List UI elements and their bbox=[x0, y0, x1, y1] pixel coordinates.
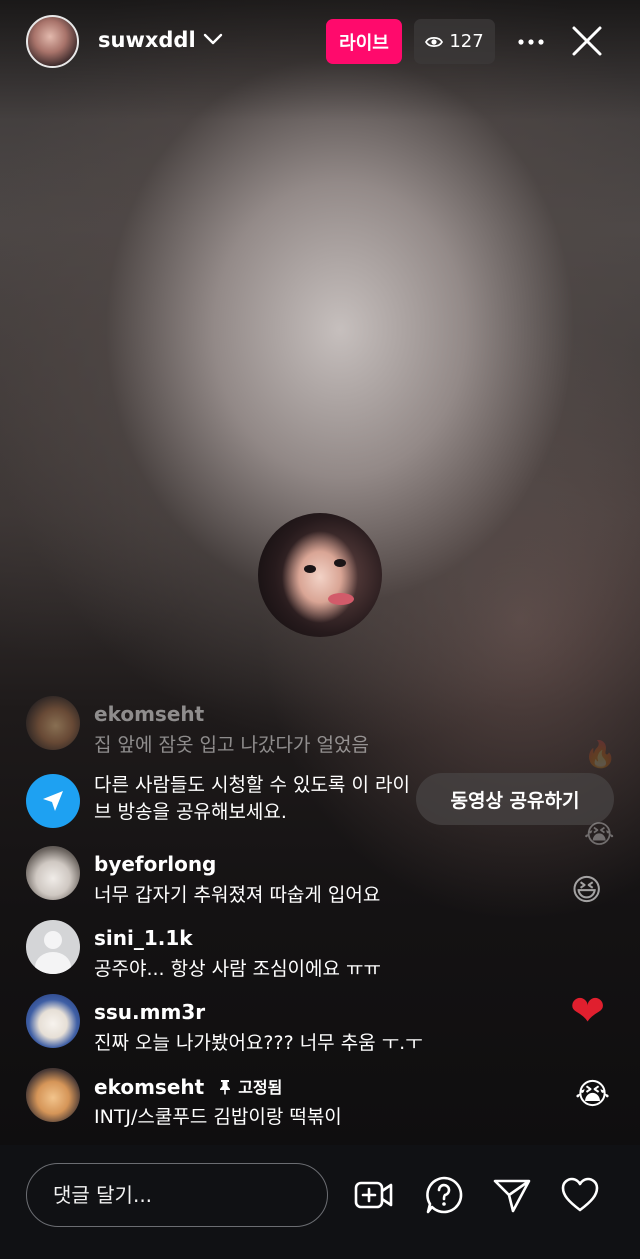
commenter-avatar[interactable] bbox=[26, 1068, 80, 1122]
share-prompt: 다른 사람들도 시청할 수 있도록 이 라이브 방송을 공유해보세요. 동영상 … bbox=[26, 772, 626, 832]
chevron-down-icon[interactable] bbox=[200, 26, 226, 52]
comment-item: byeforlong 너무 갑자기 추워졌져 따숩게 입어요 bbox=[26, 840, 526, 910]
bottom-bar bbox=[0, 1145, 640, 1259]
commenter-username[interactable]: byeforlong bbox=[94, 852, 216, 876]
pinned-indicator: 고정됨 bbox=[218, 1074, 282, 1098]
commenter-avatar[interactable] bbox=[26, 994, 80, 1048]
share-prompt-text: 다른 사람들도 시청할 수 있도록 이 라이브 방송을 공유해보세요. bbox=[94, 774, 410, 823]
heart-icon[interactable] bbox=[560, 1175, 600, 1215]
close-icon[interactable] bbox=[568, 22, 606, 60]
crying-face-reaction-icon: 😭 bbox=[575, 1077, 611, 1112]
comment-item: ssu.mm3r 진짜 오늘 나가봤어요??? 너무 추움 ㅜ.ㅜ bbox=[26, 988, 526, 1058]
comment-item: ekomseht 집 앞에 잠옷 입고 나갔다가 얼었음 bbox=[26, 690, 526, 760]
more-options-icon[interactable] bbox=[515, 28, 547, 56]
pin-icon bbox=[220, 1080, 231, 1095]
comment-text: 공주야... 항상 사람 조심이에요 ㅠㅠ bbox=[94, 958, 381, 980]
crying-face-reaction-icon: 😭 bbox=[584, 820, 615, 850]
default-avatar-icon[interactable] bbox=[26, 920, 80, 974]
viewer-count: 127 bbox=[449, 31, 484, 52]
pinned-label: 고정됨 bbox=[238, 1078, 283, 1097]
commenter-username[interactable]: ekomseht 고정됨 bbox=[94, 1074, 282, 1099]
comment-input[interactable] bbox=[26, 1163, 328, 1227]
top-bar: suwxddl 라이브 127 bbox=[0, 0, 640, 84]
send-icon bbox=[26, 774, 80, 828]
pinned-commenter-username[interactable]: ekomseht bbox=[94, 1075, 204, 1099]
comment-item: sini_1.1k 공주야... 항상 사람 조심이에요 ㅠㅠ bbox=[26, 914, 526, 984]
share-video-button[interactable]: 동영상 공유하기 bbox=[416, 773, 614, 825]
commenter-username[interactable]: sini_1.1k bbox=[94, 926, 193, 950]
live-badge: 라이브 bbox=[326, 19, 402, 64]
pinned-comment: ekomseht 고정됨 INTJ/스쿨푸드 김밥이랑 떡볶이 bbox=[26, 1062, 526, 1132]
broadcaster-profile-image bbox=[258, 513, 382, 637]
send-icon[interactable] bbox=[492, 1175, 532, 1215]
grinning-squint-face-reaction-icon: 😆 bbox=[571, 873, 603, 908]
heart-reaction-icon: ❤ bbox=[570, 986, 606, 1035]
fire-reaction-icon: 🔥 bbox=[584, 740, 617, 770]
commenter-username[interactable]: ssu.mm3r bbox=[94, 1000, 205, 1024]
commenter-avatar[interactable] bbox=[26, 846, 80, 900]
host-avatar[interactable] bbox=[26, 15, 79, 68]
commenter-username[interactable]: ekomseht bbox=[94, 702, 204, 726]
comment-text: 진짜 오늘 나가봤어요??? 너무 추움 ㅜ.ㅜ bbox=[94, 1032, 423, 1054]
comment-text: 너무 갑자기 추워졌져 따숩게 입어요 bbox=[94, 884, 381, 906]
eye-icon bbox=[425, 36, 444, 47]
comment-text: INTJ/스쿨푸드 김밥이랑 떡볶이 bbox=[94, 1106, 342, 1128]
commenter-avatar[interactable] bbox=[26, 696, 80, 750]
host-username[interactable]: suwxddl bbox=[98, 28, 196, 52]
question-icon[interactable] bbox=[424, 1175, 464, 1215]
comment-text: 집 앞에 잠옷 입고 나갔다가 얼었음 bbox=[94, 734, 369, 756]
add-video-icon[interactable] bbox=[354, 1175, 394, 1215]
viewer-count-badge[interactable]: 127 bbox=[414, 19, 495, 64]
